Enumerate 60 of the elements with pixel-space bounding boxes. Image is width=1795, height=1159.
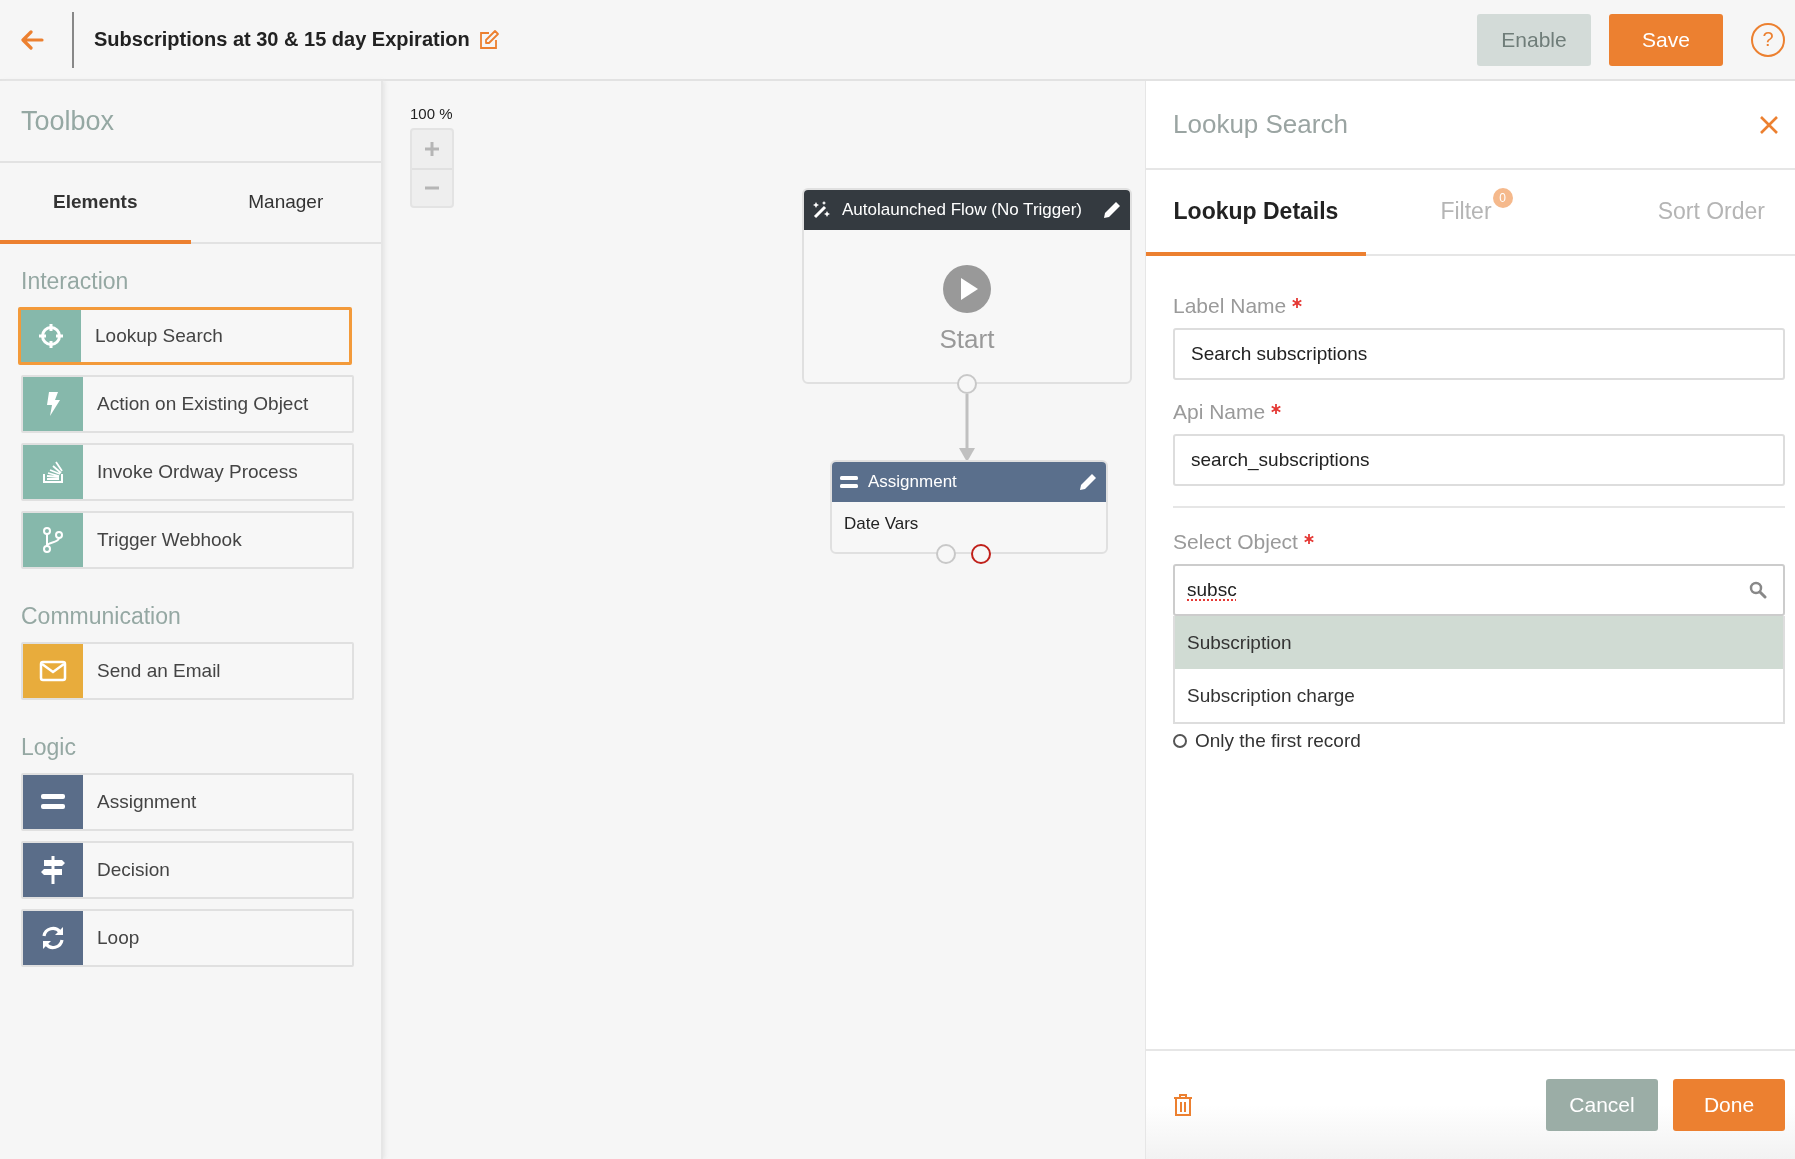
stack-icon [42,460,64,484]
equals-icon [41,794,65,810]
node-title: Assignment [868,472,958,492]
start-node[interactable]: Autolaunched Flow (No Trigger) Start [802,188,1132,384]
back-arrow-icon [20,29,44,50]
toolbox-title: Toolbox [0,81,381,163]
field-label: Label Name [1173,294,1287,318]
trash-icon [1173,1093,1193,1117]
pencil-icon[interactable] [1078,472,1098,492]
branch-icon [42,527,64,553]
toolbox-item[interactable]: Trigger Webhook [21,511,354,569]
signpost-icon [40,856,66,884]
refresh-icon [40,925,66,951]
zoom-level: 100 % [410,105,454,122]
equals-icon [840,475,858,489]
section-heading: Communication [20,602,182,631]
lightning-icon [44,391,62,417]
toolbox-item[interactable]: Lookup Search [18,307,352,365]
toolbox-item[interactable]: Action on Existing Object [21,375,354,433]
radio-button[interactable] [1173,734,1187,748]
magic-wand-icon [812,200,832,220]
field-label: Api Name [1173,400,1266,424]
connector-port[interactable] [936,544,956,564]
dropdown-option[interactable]: Subscription charge [1175,669,1783,722]
pencil-icon[interactable] [1102,200,1122,220]
toolbox-item[interactable]: Invoke Ordway Process [21,443,354,501]
toolbox-tab[interactable]: Manager [190,163,381,244]
toolbox-item[interactable]: Decision [21,841,354,899]
dropdown-option[interactable]: Subscription [1175,616,1783,669]
toolbox-item[interactable]: Loop [21,909,354,967]
minus-icon [424,186,440,190]
toolbox-tab[interactable]: Elements [0,163,191,244]
back-button[interactable] [20,29,46,50]
toolbox-item[interactable]: Assignment [21,773,354,831]
flow-title: Subscriptions at 30 & 15 day Expiration [94,28,470,51]
fault-connector-port[interactable] [971,544,991,564]
start-label: Start [939,324,995,355]
edit-icon[interactable] [477,28,500,51]
panel-title: Lookup Search [1173,109,1349,140]
search-icon [1749,581,1767,599]
envelope-icon [39,660,67,682]
toolbox-item[interactable]: Send an Email [21,642,354,700]
close-icon [1759,114,1779,135]
delete-button[interactable] [1173,1093,1193,1117]
crosshair-icon [38,323,64,349]
section-heading: Logic [20,733,77,762]
node-title: Autolaunched Flow (No Trigger) [842,200,1083,220]
count-badge: 0 [1492,188,1513,208]
node-label: Date Vars [843,513,920,535]
section-heading: Interaction [20,267,130,296]
object-search-field[interactable]: subsc [1173,564,1785,616]
play-icon [942,264,992,314]
radio-label: Only the first record [1195,730,1361,752]
plus-icon [424,141,440,157]
field-label: Select Object [1173,530,1298,554]
assignment-node[interactable]: Assignment Date Vars [830,460,1108,554]
panel-tab[interactable]: Lookup Details [1146,170,1366,256]
connector-port[interactable] [957,374,977,394]
text-field[interactable]: Search subscriptions [1173,328,1785,380]
text-field[interactable]: search_subscriptions [1173,434,1785,486]
